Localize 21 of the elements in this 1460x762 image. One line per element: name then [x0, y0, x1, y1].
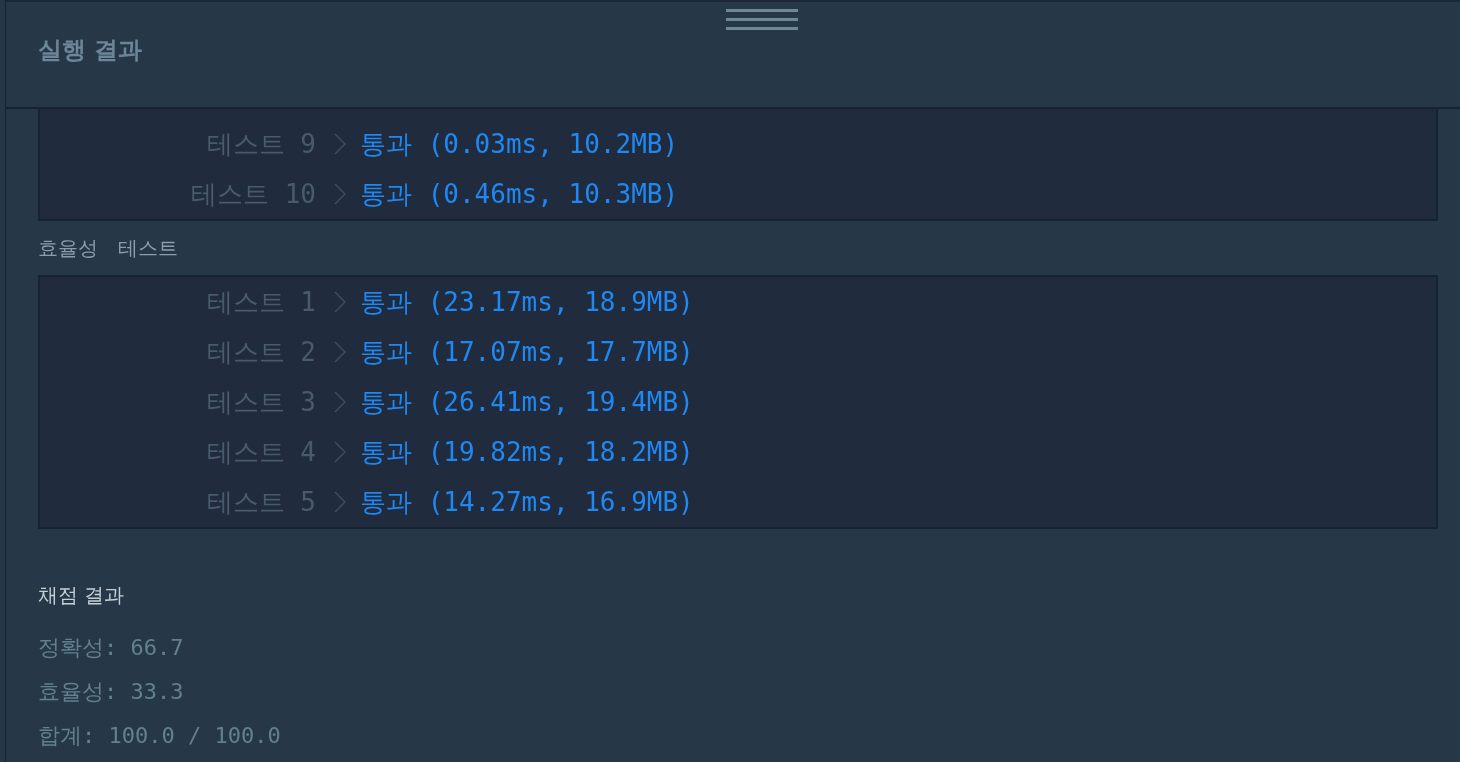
test-result: 통과 (26.41ms, 19.4MB) — [360, 385, 694, 419]
test-result: 통과 (0.46ms, 10.3MB) — [360, 177, 679, 211]
test-result: 통과 (17.07ms, 17.7MB) — [360, 335, 694, 369]
score-line: 정확성: 66.7 — [38, 634, 185, 662]
panel-title: 실행 결과 — [38, 35, 144, 66]
chevron-right-icon — [334, 183, 346, 205]
test-result: 통과 (14.27ms, 16.9MB) — [360, 485, 694, 519]
chevron-right-icon — [334, 491, 346, 513]
test-result: 통과 (0.03ms, 10.2MB) — [360, 127, 679, 161]
drag-handle-icon[interactable] — [726, 9, 798, 30]
test-result: 통과 (23.17ms, 18.9MB) — [360, 285, 694, 319]
chevron-right-icon — [334, 133, 346, 155]
section-title: 효율성 테스트 — [38, 235, 180, 262]
chevron-right-icon — [334, 291, 346, 313]
section-title: 채점 결과 — [38, 582, 126, 609]
test-result: 통과 (19.82ms, 18.2MB) — [360, 435, 694, 469]
chevron-right-icon — [334, 341, 346, 363]
chevron-right-icon — [334, 441, 346, 463]
score-line: 효율성: 33.3 — [38, 678, 185, 706]
chevron-right-icon — [334, 391, 346, 413]
score-line: 합계: 100.0 / 100.0 — [38, 722, 282, 750]
